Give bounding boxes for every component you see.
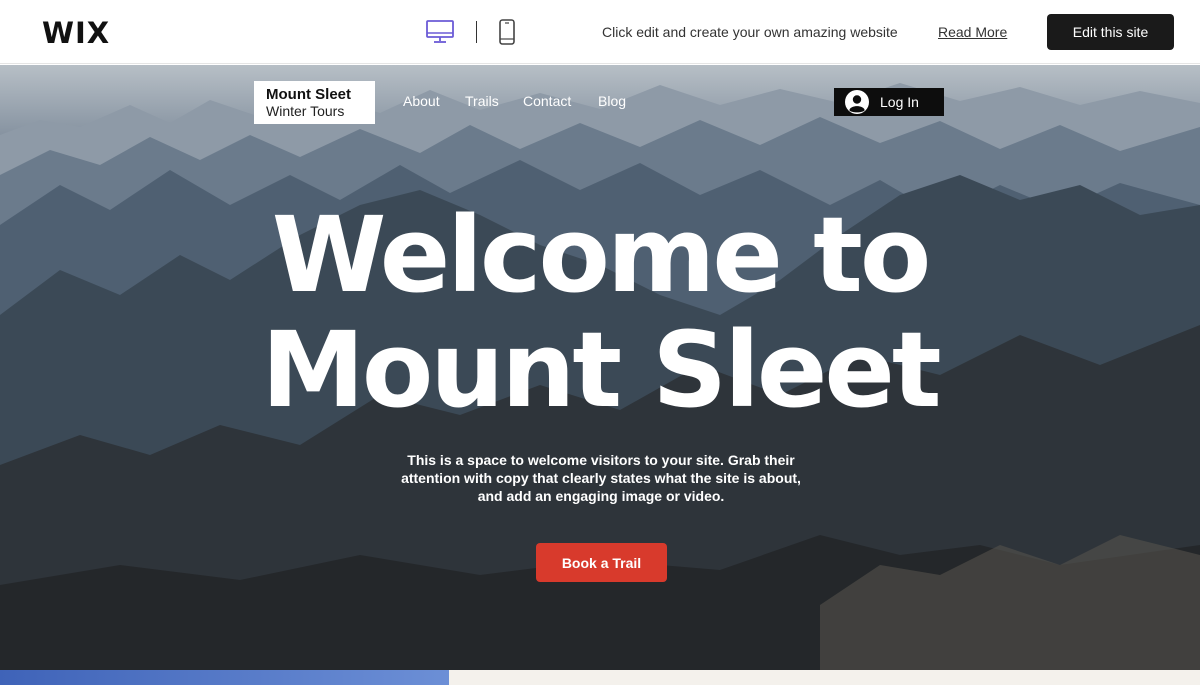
wix-promo-message: Click edit and create your own amazing w… — [602, 24, 898, 40]
site-brand-logo[interactable]: Mount Sleet Winter Tours — [254, 81, 375, 124]
hero-section: Mount Sleet Winter Tours About Trails Co… — [0, 65, 1200, 670]
book-trail-button[interactable]: Book a Trail — [536, 543, 667, 582]
hero-headline-line1: Welcome to — [271, 194, 932, 316]
edit-site-button[interactable]: Edit this site — [1047, 14, 1174, 50]
mobile-icon[interactable] — [498, 19, 516, 45]
desktop-icon[interactable] — [426, 20, 454, 44]
nav-about[interactable]: About — [403, 93, 440, 109]
brand-title: Mount Sleet — [266, 86, 351, 103]
wix-top-bar: WIX Click edit and create your own amazi… — [0, 0, 1200, 64]
hero-description: This is a space to welcome visitors to y… — [401, 452, 801, 504]
read-more-link[interactable]: Read More — [938, 24, 1007, 40]
device-divider — [476, 21, 477, 43]
nav-contact[interactable]: Contact — [523, 93, 571, 109]
hero-headline-line2: Mount Sleet — [261, 309, 941, 431]
nav-blog[interactable]: Blog — [598, 93, 626, 109]
login-button[interactable]: Log In — [834, 88, 944, 116]
next-section-panel — [449, 670, 1200, 685]
login-label: Log In — [880, 94, 919, 110]
user-avatar-icon — [845, 90, 869, 114]
brand-subtitle: Winter Tours — [266, 103, 345, 119]
nav-trails[interactable]: Trails — [465, 93, 499, 109]
wix-logo[interactable]: WIX — [42, 16, 110, 50]
next-section-image-strip — [0, 670, 449, 685]
